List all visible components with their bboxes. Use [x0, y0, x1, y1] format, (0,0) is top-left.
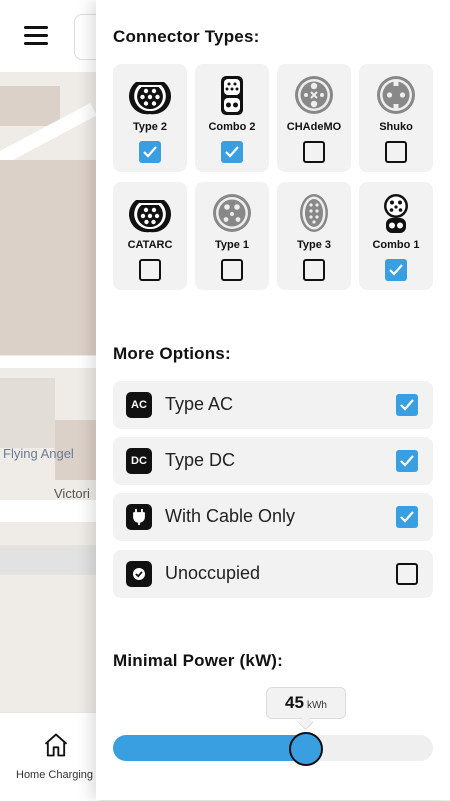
- more-options-title: More Options:: [113, 344, 231, 363]
- map-building: [0, 86, 60, 126]
- connector-checkbox-combo1[interactable]: [385, 259, 407, 281]
- option-checkbox-with-cable-only[interactable]: [396, 506, 418, 528]
- checkmark-icon: [143, 146, 157, 158]
- checkmark-icon: [400, 399, 414, 411]
- power-value-bubble: 45 kWh: [266, 687, 346, 719]
- connector-checkbox-schuko[interactable]: [385, 141, 407, 163]
- option-checkbox-unoccupied[interactable]: [396, 563, 418, 585]
- connector-tile-type3[interactable]: Type 3: [277, 182, 351, 290]
- schuko-connector-icon: [377, 76, 415, 114]
- ac-badge-icon: AC: [126, 392, 152, 418]
- hamburger-menu-icon[interactable]: [24, 24, 50, 46]
- option-label: Type DC: [165, 450, 236, 470]
- nav-home-charging[interactable]: Home Charging: [0, 713, 110, 801]
- checkmark-icon: [225, 146, 239, 158]
- connector-tile-chademo[interactable]: CHAdeMO: [277, 64, 351, 172]
- connector-label: Combo 2: [208, 121, 256, 133]
- connector-label: CHAdeMO: [286, 121, 342, 133]
- type2-connector-icon: [129, 82, 171, 115]
- connector-label: Combo 1: [372, 239, 420, 251]
- map-building: [0, 160, 100, 355]
- type3-connector-icon: [300, 194, 328, 232]
- bottom-nav: Home Charging: [0, 712, 100, 801]
- catarc-connector-icon: [129, 200, 171, 233]
- connector-label: CATARC: [127, 239, 173, 251]
- map-building: [0, 378, 55, 448]
- power-slider[interactable]: 45 kWh: [113, 687, 433, 766]
- map-building: [0, 545, 100, 575]
- type1-connector-icon: [213, 194, 251, 232]
- chademo-connector-icon: [295, 76, 333, 114]
- option-unoccupied[interactable]: Unoccupied: [113, 550, 433, 598]
- option-checkbox-type-ac[interactable]: [396, 394, 418, 416]
- connector-types-title: Connector Types:: [113, 27, 260, 46]
- map-header: [0, 0, 116, 72]
- power-slider-thumb[interactable]: [289, 732, 323, 766]
- connector-tile-type1[interactable]: Type 1: [195, 182, 269, 290]
- combo1-connector-icon: [384, 194, 408, 233]
- connector-checkbox-type3[interactable]: [303, 259, 325, 281]
- map-road: [0, 500, 100, 522]
- connector-checkbox-catarc[interactable]: [139, 259, 161, 281]
- checkmark-icon: [400, 511, 414, 523]
- filter-drawer: Connector Types: Type 2 Combo 2 CHAdeMO …: [96, 0, 450, 800]
- connector-label: Shuko: [379, 121, 413, 133]
- checkmark-icon: [400, 455, 414, 467]
- map-view[interactable]: Flying Angel Victori: [0, 0, 100, 712]
- option-type-dc[interactable]: DC Type DC: [113, 437, 433, 485]
- minimal-power-title: Minimal Power (kW):: [113, 651, 284, 670]
- home-icon: [44, 733, 68, 757]
- option-checkbox-type-dc[interactable]: [396, 450, 418, 472]
- power-unit: kWh: [306, 700, 327, 711]
- map-place-label: Flying Angel: [3, 446, 74, 461]
- connector-checkbox-type2[interactable]: [139, 141, 161, 163]
- option-label: With Cable Only: [165, 506, 296, 526]
- power-slider-fill: [113, 735, 305, 761]
- checkmark-icon: [389, 264, 403, 276]
- combo2-connector-icon: [221, 76, 243, 115]
- option-label: Type AC: [165, 394, 234, 414]
- connector-checkbox-chademo[interactable]: [303, 141, 325, 163]
- option-type-ac[interactable]: AC Type AC: [113, 381, 433, 429]
- check-circle-icon: [126, 561, 152, 587]
- connector-tile-combo2[interactable]: Combo 2: [195, 64, 269, 172]
- connector-label: Type 2: [132, 121, 168, 133]
- nav-home-charging-label: Home Charging: [16, 769, 94, 781]
- connector-tile-schuko[interactable]: Shuko: [359, 64, 433, 172]
- map-street-label: Victori: [54, 486, 90, 501]
- connector-checkbox-combo2[interactable]: [221, 141, 243, 163]
- dc-badge-icon: DC: [126, 448, 152, 474]
- connector-tile-combo1[interactable]: Combo 1: [359, 182, 433, 290]
- map-road: [0, 356, 100, 368]
- option-with-cable-only[interactable]: With Cable Only: [113, 493, 433, 541]
- power-value: 45: [285, 693, 304, 712]
- connector-tile-catarc[interactable]: CATARC: [113, 182, 187, 290]
- connector-label: Type 1: [214, 239, 250, 251]
- connector-tile-type2[interactable]: Type 2: [113, 64, 187, 172]
- option-label: Unoccupied: [165, 563, 261, 583]
- connector-label: Type 3: [296, 239, 332, 251]
- connector-checkbox-type1[interactable]: [221, 259, 243, 281]
- plug-cable-icon: [126, 504, 152, 530]
